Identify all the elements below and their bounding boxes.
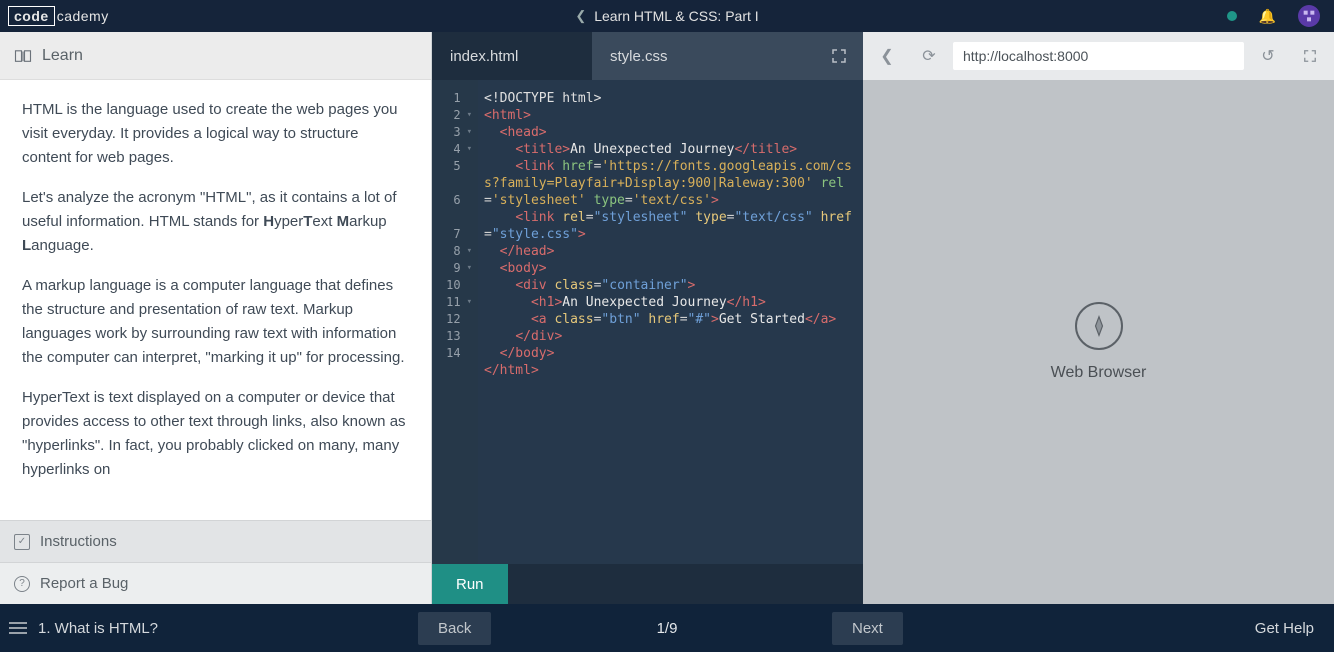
back-button[interactable]: Back bbox=[418, 612, 491, 645]
next-button[interactable]: Next bbox=[832, 612, 903, 645]
run-button[interactable]: Run bbox=[432, 564, 508, 604]
main-area: Learn HTML is the language used to creat… bbox=[0, 32, 1334, 604]
report-bug-bar[interactable]: ? Report a Bug bbox=[0, 562, 431, 604]
chevron-left-icon[interactable]: ❮ bbox=[575, 8, 586, 24]
lesson-paragraph: Let's analyze the acronym "HTML", as it … bbox=[22, 186, 409, 258]
get-help-button[interactable]: Get Help bbox=[1255, 620, 1334, 637]
bell-icon[interactable]: 🔔 bbox=[1259, 8, 1276, 25]
question-icon: ? bbox=[14, 576, 30, 592]
code-editor[interactable]: 1 2▾ 3▾ 4▾ 5 6 7 8▾ 9▾ 10 11▾ 12 13 14 <… bbox=[432, 80, 863, 564]
top-bar: code cademy ❮ Learn HTML & CSS: Part I 🔔 bbox=[0, 0, 1334, 32]
status-dot-icon[interactable] bbox=[1227, 11, 1237, 21]
code-content[interactable]: <!DOCTYPE html> <html> <head> <title>An … bbox=[478, 80, 863, 564]
lesson-paragraph: A markup language is a computer language… bbox=[22, 274, 409, 370]
course-title-container: ❮ Learn HTML & CSS: Part I bbox=[575, 8, 758, 24]
learn-label: Learn bbox=[42, 47, 83, 65]
instructions-bar[interactable]: ✓ Instructions bbox=[0, 520, 431, 562]
book-icon bbox=[14, 49, 32, 63]
lesson-paragraph: HyperText is text displayed on a compute… bbox=[22, 386, 409, 482]
lesson-body[interactable]: HTML is the language used to create the … bbox=[0, 80, 431, 520]
editor-panel: index.html style.css 1 2▾ 3▾ 4▾ 5 6 7 8▾… bbox=[432, 32, 863, 604]
checkbox-icon: ✓ bbox=[14, 534, 30, 550]
run-bar: Run bbox=[432, 564, 863, 604]
avatar[interactable] bbox=[1298, 5, 1320, 27]
lesson-paragraph: HTML is the language used to create the … bbox=[22, 98, 409, 170]
browser-bar: ❮ ⟳ ↺ bbox=[863, 32, 1334, 80]
logo-box: code bbox=[8, 6, 55, 26]
browser-panel: ❮ ⟳ ↺ Web Browser bbox=[863, 32, 1334, 604]
browser-reload-icon[interactable]: ⟳ bbox=[911, 38, 947, 74]
logo[interactable]: code cademy bbox=[0, 6, 117, 26]
lesson-title: 1. What is HTML? bbox=[36, 620, 158, 637]
pager: 1/9 bbox=[657, 620, 678, 637]
hamburger-icon[interactable] bbox=[0, 621, 36, 635]
browser-reset-icon[interactable]: ↺ bbox=[1250, 38, 1286, 74]
url-input[interactable] bbox=[953, 42, 1244, 70]
bottom-bar: 1. What is HTML? Back 1/9 Next Get Help bbox=[0, 604, 1334, 652]
learn-header[interactable]: Learn bbox=[0, 32, 431, 80]
gutter: 1 2▾ 3▾ 4▾ 5 6 7 8▾ 9▾ 10 11▾ 12 13 14 bbox=[432, 80, 478, 564]
browser-back-icon[interactable]: ❮ bbox=[869, 38, 905, 74]
top-icons: 🔔 bbox=[1227, 5, 1334, 27]
compass-icon bbox=[1075, 302, 1123, 350]
browser-placeholder-label: Web Browser bbox=[1051, 364, 1147, 382]
tab-style-css[interactable]: style.css bbox=[592, 32, 752, 80]
editor-tabs: index.html style.css bbox=[432, 32, 863, 80]
browser-view: Web Browser bbox=[863, 80, 1334, 604]
expand-browser-icon[interactable] bbox=[1292, 38, 1328, 74]
bug-label: Report a Bug bbox=[40, 575, 128, 592]
course-title: Learn HTML & CSS: Part I bbox=[594, 8, 758, 24]
lesson-panel: Learn HTML is the language used to creat… bbox=[0, 32, 432, 604]
logo-text: cademy bbox=[57, 8, 109, 24]
expand-editor-icon[interactable] bbox=[815, 32, 863, 80]
tab-index-html[interactable]: index.html bbox=[432, 32, 592, 80]
instructions-label: Instructions bbox=[40, 533, 117, 550]
